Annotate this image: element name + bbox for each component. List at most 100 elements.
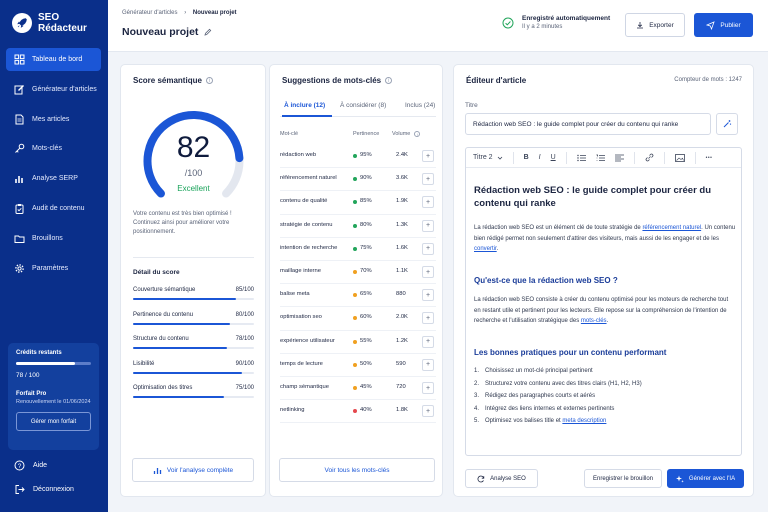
keyword-volume: 720 [396,384,406,390]
add-keyword-button[interactable]: + [422,150,434,162]
add-keyword-button[interactable]: + [422,382,434,394]
manage-plan-button[interactable]: Gérer mon forfait [16,412,91,431]
link-keywords[interactable]: mots-clés [581,318,607,324]
align-left-icon [614,154,624,161]
sidebar-item-article-generator[interactable]: Générateur d'articles [6,78,101,101]
keyword-relevance: 55% [360,337,372,344]
link-meta-description[interactable]: meta description [562,418,606,424]
title-input[interactable]: Rédaction web SEO : le guide complet pou… [465,113,711,135]
autosave-time: Il y a 2 minutes [522,24,563,30]
tab-included[interactable]: Inclus (24) [405,102,435,109]
keyword-row: rédaction web 95% 2.4K + [280,145,436,169]
seo-analysis-button[interactable]: Analyse SEO [465,469,538,488]
sidebar-item-my-articles[interactable]: Mes articles [6,108,101,131]
bar-chart-icon [153,467,162,474]
keyword-volume: 1.8K [396,407,408,414]
keyword-row: contenu de qualité 85% 1.9K + [280,191,436,215]
document-icon [15,114,24,125]
toolbar-divider [565,151,567,164]
sidebar-item-label: Mots-clés [32,145,62,153]
save-draft-button[interactable]: Enregistrer le brouillon [584,469,662,488]
logout-link[interactable]: Déconnexion [14,484,94,495]
numbered-list-icon [596,154,605,161]
word-count: Compteur de mots : 1247 [674,77,742,83]
paragraph-text: . [606,318,609,324]
link-button[interactable] [645,153,654,162]
add-keyword-button[interactable]: + [422,219,434,232]
score-detail-value: 78/100 [235,336,254,342]
sidebar-item-dashboard[interactable]: Tableau de bord [6,48,101,71]
info-icon[interactable]: i [205,77,213,84]
breadcrumb-parent[interactable]: Générateur d'articles [122,10,178,16]
sidebar-item-settings[interactable]: Paramètres [6,257,101,280]
list-text: Choisissez un mot-clé principal pertinen… [485,368,593,374]
add-keyword-button[interactable]: + [422,358,434,371]
list-item: 3. Rédigez des paragraphes courts et aéré… [474,393,595,399]
sidebar-item-drafts[interactable]: Brouillons [6,227,101,250]
score-detail-bar-fill [133,371,242,374]
keyword-volume: 2.4K [396,152,408,158]
add-keyword-button[interactable]: + [422,335,434,348]
download-icon [637,22,644,29]
keyword-relevance: 70% [360,268,372,274]
toolbar-divider [694,151,696,164]
score-denominator: /100 [184,168,203,178]
logo[interactable]: SEO Rédacteur [12,12,87,34]
sidebar-item-keywords[interactable]: Mots-clés [6,137,101,160]
align-button[interactable] [614,154,624,162]
export-label: Exporter [649,21,674,29]
info-icon[interactable]: i [414,131,421,137]
generate-ai-button[interactable]: Générer avec l'IA [667,469,744,488]
keyword-row: temps de lecture 50% 590 + [280,354,436,377]
bullet-list-button[interactable] [576,154,586,162]
sidebar-item-serp-analysis[interactable]: Analyse SERP [6,167,101,190]
add-keyword-button[interactable]: + [422,196,434,209]
sidebar-item-label: Analyse SERP [32,175,78,183]
add-keyword-button[interactable]: + [422,405,434,418]
svg-text:?: ? [18,463,22,470]
publish-button[interactable]: Publier [694,13,753,37]
info-icon[interactable]: i [385,77,393,84]
underline-button[interactable]: U [551,154,556,161]
credits-value: 78 / 100 [16,372,40,379]
score-detail-value: 85/100 [235,287,254,293]
add-keyword-button[interactable]: + [422,289,434,302]
heading-select[interactable]: Titre 2 [473,154,503,161]
tab-to-include[interactable]: À inclure (12) [284,102,325,109]
ai-title-button[interactable] [716,113,738,135]
credits-progress-fill [16,362,75,365]
numbered-list-button[interactable] [596,154,605,162]
keyword-tabs: À inclure (12) À considérer (8) Inclus (… [280,101,436,117]
score-panel-title: Score sémantique [133,76,202,85]
add-keyword-button[interactable]: + [422,173,434,186]
keyword-text: référencement naturel [280,175,337,182]
add-keyword-button[interactable]: + [422,312,434,325]
edit-icon[interactable] [204,28,212,36]
sidebar-item-content-audit[interactable]: Audit de contenu [6,197,101,220]
add-keyword-button[interactable]: + [422,242,434,255]
list-item: 2. Structurez votre contenu avec des titr… [474,381,642,387]
image-button[interactable] [674,153,685,162]
keyword-text: expérience utilisateur [280,337,335,344]
article-paragraph-2: La rédaction web SEO consiste à créer du… [474,295,736,327]
tab-to-consider[interactable]: À considérer (8) [340,102,386,109]
help-link[interactable]: ? Aide [14,460,94,471]
keyword-suggestions-panel: Suggestions de mots-clés i À inclure (12… [269,64,443,497]
export-button[interactable]: Exporter [625,13,685,37]
paragraph-text: La rédaction web SEO est un élément clé … [474,225,643,231]
bold-button[interactable]: B [524,154,529,161]
see-all-keywords-button[interactable]: Voir tous les mots-clés [279,458,435,482]
toolbar-divider [512,151,514,164]
link-convert[interactable]: convertir [474,246,497,252]
score-detail-row: Couverture sémantique 85/100 [133,287,254,300]
relevance-dot [353,223,357,228]
more-options-button[interactable]: ••• [706,155,713,161]
save-draft-label: Enregistrer le brouillon [592,475,654,482]
link-seo[interactable]: référencement naturel [642,225,701,231]
keyword-relevance: 65% [360,291,372,298]
relevance-dot [353,339,357,344]
full-analysis-button[interactable]: Voir l'analyse complète [132,458,254,482]
rocket-icon [12,13,32,33]
italic-button[interactable]: I [539,154,541,161]
add-keyword-button[interactable]: + [422,266,434,278]
